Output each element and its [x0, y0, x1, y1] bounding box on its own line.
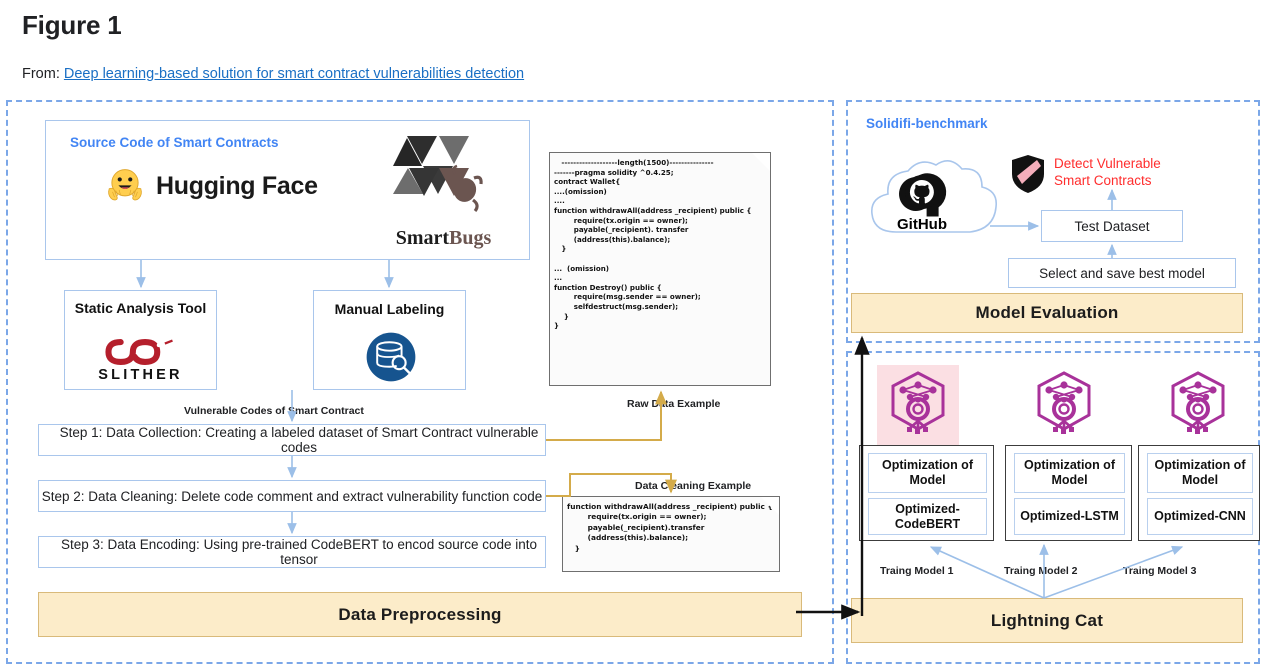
vulnerable-codes-label: Vulnerable Codes of Smart Contract	[184, 405, 364, 417]
test-dataset-box: Test Dataset	[1041, 210, 1183, 242]
neural-gear-icon	[1171, 371, 1225, 434]
figure-diagram: Source Code of Smart Contracts Hugging F…	[0, 96, 1269, 670]
step-1-label: Step 1: Data Collection: Creating a labe…	[59, 425, 539, 455]
figure-header: Figure 1 From: Deep learning-based solut…	[0, 0, 1269, 84]
model-evaluation-label: Model Evaluation	[975, 303, 1119, 322]
model-1-card: Optimization of Model Optimized-CodeBERT	[859, 445, 994, 541]
model-3-optimization: Optimization of Model	[1147, 453, 1253, 493]
raw-data-example-doc: -------------------length(1500)---------…	[549, 152, 771, 386]
training-model-1-label: Traing Model 1	[880, 565, 954, 577]
hugging-face-logo: Hugging Face	[104, 165, 318, 207]
model-1-optimization: Optimization of Model	[868, 453, 987, 493]
training-model-2-label: Traing Model 2	[1004, 565, 1078, 577]
step-3-box: Step 3: Data Encoding: Using pre-trained…	[38, 536, 546, 568]
model-evaluation-panel: Solidifi-benchmark GitHub GitHub Detect …	[846, 100, 1260, 343]
data-cleaning-code: function withdrawAll(address _recipient)…	[567, 502, 773, 553]
model-2-optimization: Optimization of Model	[1014, 453, 1125, 493]
manual-labeling-box: Manual Labeling	[313, 290, 466, 390]
slither-snake-icon	[105, 339, 173, 365]
neural-gear-icon	[1037, 371, 1091, 434]
smartbugs-icon	[392, 136, 483, 213]
detect-line-2: Smart Contracts	[1054, 173, 1152, 188]
hugging-face-label: Hugging Face	[156, 171, 318, 200]
data-preprocessing-bar: Data Preprocessing	[38, 592, 802, 637]
select-save-box: Select and save best model	[1008, 258, 1236, 288]
page-title: Figure 1	[22, 10, 122, 40]
static-analysis-title: Static Analysis Tool	[74, 300, 207, 316]
data-cleaning-example-label: Data Cleaning Example	[635, 480, 752, 492]
lightning-cat-bar: Lightning Cat	[851, 598, 1243, 643]
github-cloud-icon: GitHub	[871, 160, 998, 233]
step-1-box: Step 1: Data Collection: Creating a labe…	[38, 424, 546, 456]
model-3-name: Optimized-CNN	[1147, 498, 1253, 535]
source-code-box: Source Code of Smart Contracts Hugging F…	[45, 120, 530, 260]
smartbugs-label: SmartBugs	[395, 227, 492, 249]
step-2-label: Step 2: Data Cleaning: Delete code comme…	[41, 488, 543, 504]
github-label: GitHub	[897, 216, 947, 233]
neural-gear-icon	[891, 371, 945, 434]
model-3-card: Optimization of Model Optimized-CNN	[1138, 445, 1260, 541]
model-2-name: Optimized-LSTM	[1014, 498, 1125, 535]
shield-icon	[1012, 155, 1044, 193]
paper-link[interactable]: Deep learning-based solution for smart c…	[64, 66, 524, 82]
source-code-heading: Source Code of Smart Contracts	[70, 135, 279, 150]
data-preprocessing-panel: Source Code of Smart Contracts Hugging F…	[6, 100, 834, 664]
step-3-label: Step 3: Data Encoding: Using pre-trained…	[60, 537, 538, 567]
select-save-label: Select and save best model	[1039, 265, 1205, 281]
step-2-box: Step 2: Data Cleaning: Delete code comme…	[38, 480, 546, 512]
hugging-face-emoji	[108, 169, 142, 201]
model-1-name: Optimized-CodeBERT	[868, 498, 987, 535]
page-fold-corner	[760, 497, 779, 516]
data-preprocessing-label: Data Preprocessing	[338, 604, 502, 624]
manual-labeling-title: Manual Labeling	[334, 301, 445, 317]
model-2-card: Optimization of Model Optimized-LSTM	[1005, 445, 1132, 541]
page-fold-corner	[751, 153, 770, 172]
lightning-cat-label: Lightning Cat	[990, 610, 1104, 630]
detect-line-1: Detect Vulnerable	[1054, 156, 1161, 171]
test-dataset-label: Test Dataset	[1074, 218, 1150, 234]
smartbugs-logo: SmartBugs	[371, 134, 516, 250]
detect-vulnerable-text: Detect Vulnerable Smart Contracts	[1054, 155, 1161, 189]
solidifi-heading: Solidifi-benchmark	[866, 116, 988, 131]
slither-label: SLITHER	[98, 367, 183, 383]
model-evaluation-bar: Model Evaluation	[851, 293, 1243, 333]
figure-source-line: From: Deep learning-based solution for s…	[22, 64, 1269, 84]
database-search-icon	[366, 332, 416, 382]
from-label: From:	[22, 66, 60, 82]
static-analysis-box: Static Analysis Tool SLITHER	[64, 290, 217, 390]
lightning-cat-panel: Optimization of Model Optimized-CodeBERT…	[846, 351, 1260, 664]
raw-data-example-label: Raw Data Example	[627, 398, 721, 410]
training-model-3-label: Traing Model 3	[1123, 565, 1197, 577]
data-cleaning-example-doc: function withdrawAll(address _recipient)…	[562, 496, 780, 572]
raw-data-code: -------------------length(1500)---------…	[554, 158, 752, 331]
